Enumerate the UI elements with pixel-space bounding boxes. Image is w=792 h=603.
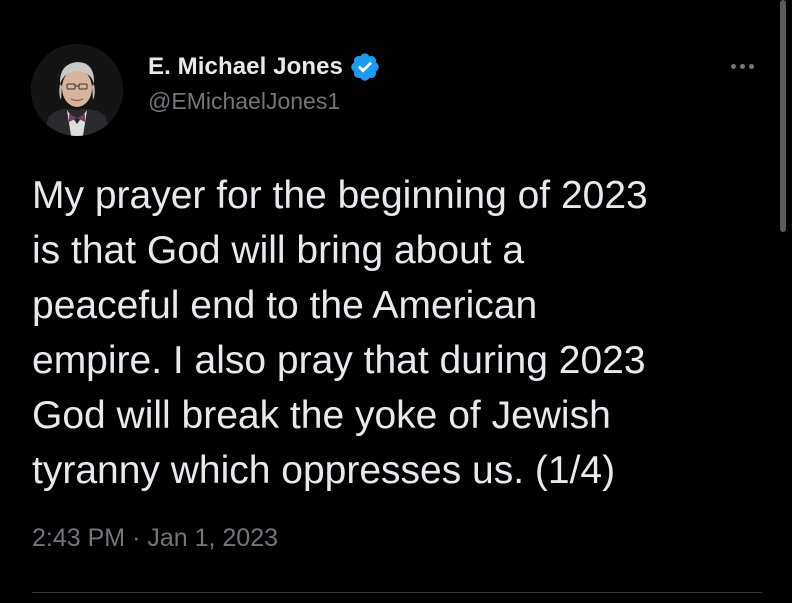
avatar-photo-icon xyxy=(31,44,123,136)
tweet-text: My prayer for the beginning of 2023 is t… xyxy=(32,168,772,498)
more-options-icon[interactable] xyxy=(722,58,762,74)
tweet-date: Jan 1, 2023 xyxy=(147,524,279,552)
scrollbar[interactable] xyxy=(780,0,786,232)
tweet-text-line: is that God will bring about a xyxy=(32,229,525,272)
divider xyxy=(32,592,762,593)
author-info: E. Michael Jones @EMichaelJones1 xyxy=(148,52,381,115)
tweet-text-line: tyranny which oppresses us. (1/4) xyxy=(32,449,616,492)
tweet-timestamp[interactable]: 2:43 PM · Jan 1, 2023 xyxy=(32,524,278,553)
more-dot xyxy=(748,63,754,69)
tweet-text-line: peaceful end to the American xyxy=(32,284,538,327)
verified-badge-icon xyxy=(349,51,381,83)
tweet-time: 2:43 PM xyxy=(32,524,126,552)
tweet-text-line: empire. I also pray that during 2023 xyxy=(32,339,646,382)
author-avatar[interactable] xyxy=(31,44,123,136)
more-dot xyxy=(730,63,736,69)
author-display-name[interactable]: E. Michael Jones xyxy=(148,53,343,81)
timestamp-separator: · xyxy=(132,524,141,552)
tweet-detail: E. Michael Jones @EMichaelJones1 My pray… xyxy=(0,0,792,603)
tweet-text-line: My prayer for the beginning of 2023 xyxy=(32,174,648,217)
more-dot xyxy=(739,63,745,69)
author-handle[interactable]: @EMichaelJones1 xyxy=(148,88,381,115)
author-name-row: E. Michael Jones xyxy=(148,52,381,82)
tweet-text-line: God will break the yoke of Jewish xyxy=(32,394,611,437)
